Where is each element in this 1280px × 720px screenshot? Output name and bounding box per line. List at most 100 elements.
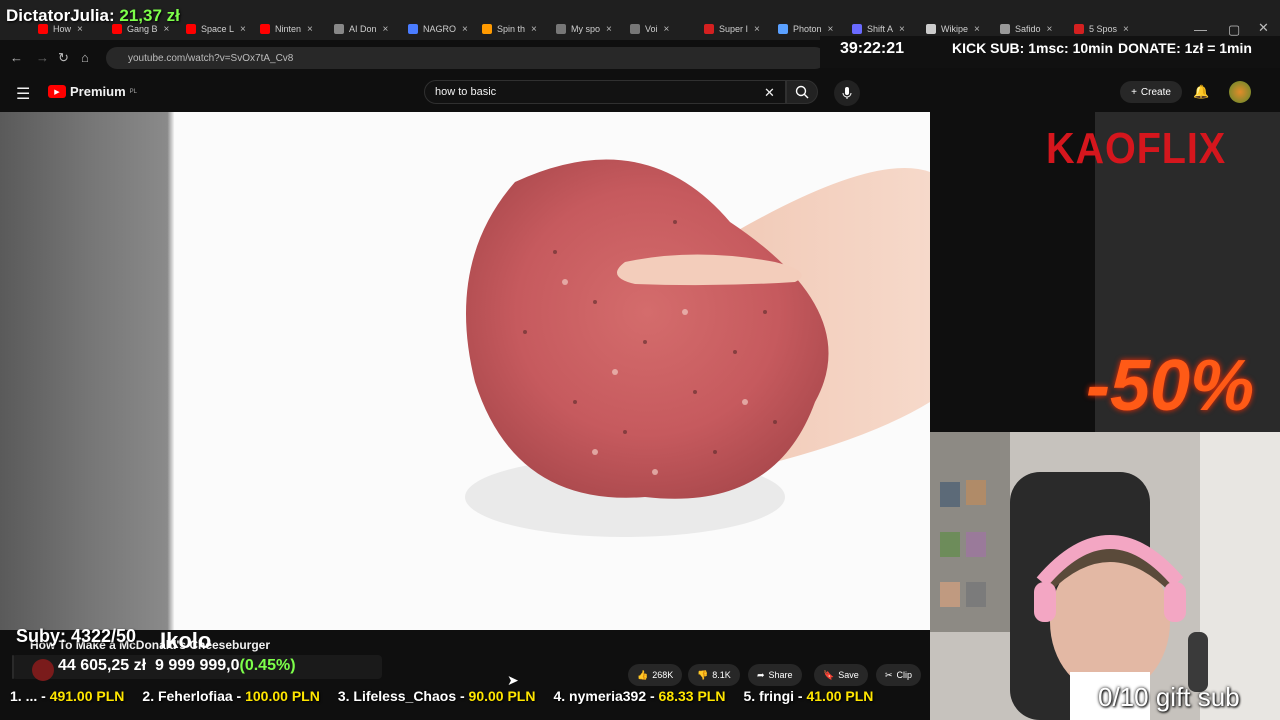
reload-icon[interactable]: ↻ [58, 50, 69, 66]
gift-sub-goal: 0/10 gift sub [1098, 682, 1240, 712]
tab-favicon-icon [630, 24, 640, 34]
tab-close-icon[interactable]: × [1047, 24, 1053, 35]
tab-favicon-icon [482, 24, 492, 34]
like-count: 268K [652, 670, 674, 680]
goal-current: 44 605,25 zł [58, 657, 147, 674]
subathon-timer: 39:22:21 [840, 40, 905, 57]
tab-label: Wikipe [941, 24, 969, 34]
clip-button[interactable]: ✂ Clip [876, 664, 922, 686]
top-donor: DictatorJulia: 21,37 zł [6, 6, 180, 26]
thumbs-up-icon: 👍 [637, 669, 649, 680]
browser-tab[interactable]: Spin th × [482, 20, 537, 38]
top-donors-ticker: 1. ... - 491.00 PLN 2. Feherlofiaa - 100.… [0, 688, 940, 712]
tab-label: AI Don [349, 24, 377, 34]
ticker-entry: 1. ... - 491.00 PLN [10, 688, 124, 712]
create-label: Create [1140, 86, 1171, 98]
mic-icon [842, 87, 852, 99]
tab-close-icon[interactable]: × [828, 24, 834, 35]
goal-percent: 0.45% [244, 657, 291, 674]
clear-search-icon[interactable]: ✕ [764, 85, 775, 101]
tab-close-icon[interactable]: × [240, 24, 246, 35]
share-button[interactable]: ➦ Share [748, 664, 802, 686]
tab-favicon-icon [704, 24, 714, 34]
ticker-entry: 4. nymeria392 - 68.33 PLN [553, 688, 725, 712]
youtube-logo-text: Premium [70, 84, 126, 99]
search-value: how to basic [435, 86, 497, 98]
tab-close-icon[interactable]: × [899, 24, 905, 35]
donation-goal-text: 44 605,25 zł 9 999 999,0(0.45%) [58, 657, 296, 674]
youtube-logo[interactable]: ▶ Premium PL [48, 84, 137, 99]
search-button[interactable] [786, 80, 818, 104]
tab-close-icon[interactable]: × [307, 24, 313, 35]
minimize-icon[interactable]: — [1194, 22, 1207, 37]
bookmark-icon: 🔖 [823, 669, 835, 680]
share-icon: ➦ [757, 669, 765, 680]
youtube-play-icon: ▶ [48, 85, 66, 98]
tab-label: My spo [571, 24, 601, 34]
tab-label: NAGRO [423, 24, 457, 34]
channel-avatar[interactable] [32, 659, 54, 681]
browser-tab[interactable]: Ninten × [260, 20, 313, 38]
ticker-value: 491.00 PLN [49, 688, 125, 704]
browser-tab[interactable]: AI Don × [334, 20, 388, 38]
tab-label: 5 Spos [1089, 24, 1118, 34]
back-icon[interactable]: ← [10, 50, 23, 65]
voice-search-button[interactable] [834, 80, 860, 106]
tab-label: Safido [1015, 24, 1041, 34]
tab-close-icon[interactable]: × [531, 24, 537, 35]
tab-favicon-icon [334, 24, 344, 34]
menu-icon[interactable]: ☰ [16, 84, 30, 104]
tab-close-icon[interactable]: × [754, 24, 760, 35]
avatar[interactable] [1229, 81, 1251, 103]
tab-close-icon[interactable]: × [664, 24, 670, 35]
share-label: Share [768, 670, 793, 680]
tab-favicon-icon [778, 24, 788, 34]
search-input[interactable]: how to basic [424, 80, 786, 104]
ticker-entry: 2. Feherlofiaa - 100.00 PLN [142, 688, 319, 712]
scissors-icon: ✂ [885, 669, 893, 680]
save-button[interactable]: 🔖 Save [814, 664, 868, 686]
clip-label: Clip [896, 670, 913, 680]
donor-name: DictatorJulia: [6, 6, 115, 25]
video-frame-burger-patty [175, 112, 930, 630]
browser-tab[interactable]: My spo × [556, 20, 612, 38]
tab-label: Spin th [497, 24, 526, 34]
tab-close-icon[interactable]: × [1123, 24, 1129, 35]
browser-tab[interactable]: Voi × [630, 20, 669, 38]
tab-label: Space L [201, 24, 235, 34]
tab-close-icon[interactable]: × [383, 24, 389, 35]
dislike-count: 8.1K [712, 670, 731, 680]
browser-tab[interactable]: Space L × [186, 20, 246, 38]
mouse-cursor-icon: ➤ [507, 672, 519, 688]
donate-rate: DONATE: 1zł = 1min [1118, 40, 1252, 56]
dislike-button[interactable]: 👎 8.1K [688, 664, 740, 686]
tab-favicon-icon [1000, 24, 1010, 34]
tab-close-icon[interactable]: × [974, 24, 980, 35]
tab-close-icon[interactable]: × [462, 24, 468, 35]
ticker-entry: 5. fringi - 41.00 PLN [743, 688, 873, 712]
notifications-bell-icon[interactable]: 🔔 [1193, 84, 1209, 100]
browser-tab[interactable]: NAGRO × [408, 20, 468, 38]
ticker-name: 4. nymeria392 - [553, 688, 659, 704]
streamer-webcam [930, 432, 1280, 720]
tab-favicon-icon [408, 24, 418, 34]
tab-close-icon[interactable]: × [606, 24, 612, 35]
tab-label: Photon [793, 24, 822, 34]
forward-icon[interactable]: → [36, 50, 49, 65]
home-icon[interactable]: ⌂ [81, 50, 89, 65]
tab-favicon-icon [1074, 24, 1084, 34]
video-player[interactable] [175, 112, 930, 630]
ticker-entry: 3. Lifeless_Chaos - 90.00 PLN [338, 688, 536, 712]
webcam-frame [930, 432, 1280, 720]
donation-goal-fill [12, 655, 14, 679]
save-label: Save [838, 670, 859, 680]
youtube-region: PL [129, 88, 137, 95]
create-button[interactable]: + Create [1120, 81, 1182, 103]
close-window-icon[interactable]: ✕ [1258, 20, 1269, 36]
like-button[interactable]: 👍 268K [628, 664, 683, 686]
ticker-name: 2. Feherlofiaa - [142, 688, 246, 704]
browser-tab[interactable]: Super I × [704, 20, 760, 38]
url-field[interactable]: youtube.com/watch?v=SvOx7tA_Cv8 [106, 47, 826, 69]
tab-favicon-icon [260, 24, 270, 34]
search-icon [795, 85, 809, 99]
